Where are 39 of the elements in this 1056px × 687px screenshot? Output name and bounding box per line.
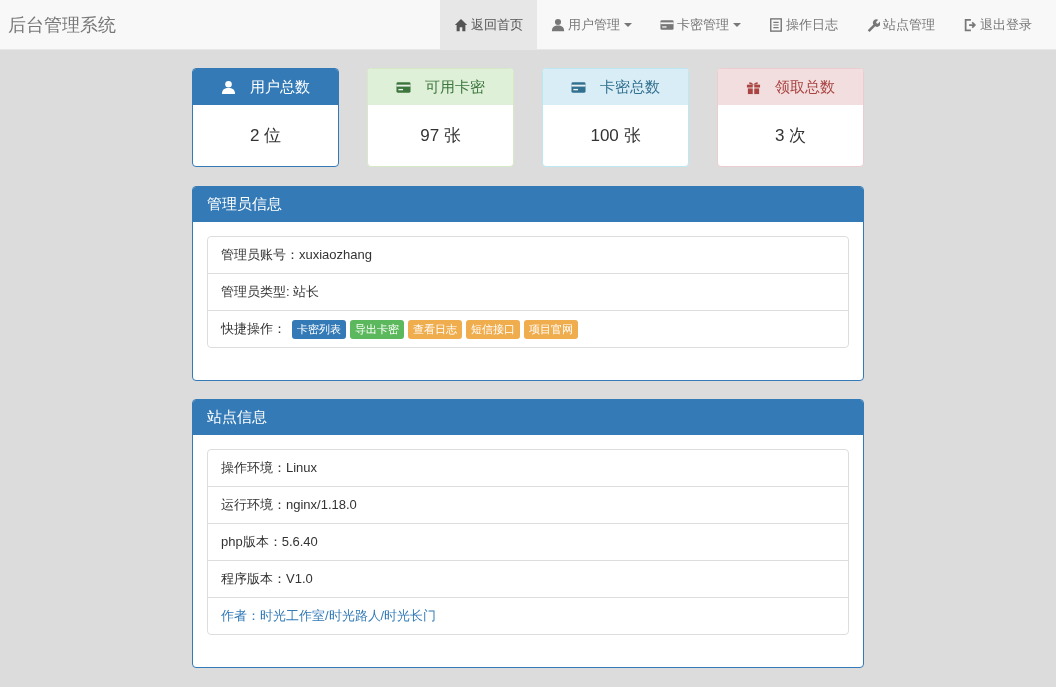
- user-icon: [221, 79, 236, 95]
- logout-icon: [963, 17, 977, 32]
- stat-value: 97 张: [420, 125, 461, 147]
- user-icon: [551, 17, 565, 32]
- panel-title: 站点信息: [207, 408, 267, 427]
- stat-title: 可用卡密: [425, 77, 485, 97]
- card-icon: [396, 79, 411, 95]
- wrench-icon: [866, 17, 880, 32]
- actions-label: 快捷操作：: [221, 320, 286, 338]
- info-text: 操作环境：Linux: [221, 459, 318, 477]
- stat-value: 100 张: [590, 125, 641, 147]
- author-link[interactable]: 作者：时光工作室/时光路人/时光长门: [221, 607, 437, 625]
- info-text: 程序版本：V1.0: [221, 570, 313, 588]
- stat-title: 领取总数: [775, 77, 835, 97]
- card-icon: [660, 17, 674, 32]
- stat-title: 用户总数: [250, 77, 310, 97]
- card-icon: [571, 79, 586, 95]
- info-text: 管理员类型: 站长: [221, 283, 320, 301]
- nav-link[interactable]: 用户管理: [537, 0, 646, 50]
- caret-icon: [733, 22, 741, 27]
- nav-link[interactable]: 站点管理: [852, 0, 949, 50]
- quick-action-button[interactable]: 卡密列表: [292, 319, 346, 339]
- stat-value: 3 次: [774, 125, 807, 147]
- nav-link[interactable]: 返回首页: [440, 0, 537, 50]
- info-text: php版本：5.6.40: [221, 533, 318, 551]
- quick-action-button[interactable]: 导出卡密: [350, 319, 404, 339]
- stat-title: 卡密总数: [600, 77, 660, 97]
- nav-link[interactable]: 退出登录: [949, 0, 1046, 50]
- stat-value: 2 位: [249, 125, 282, 147]
- nav-link[interactable]: 操作日志: [755, 0, 852, 50]
- panel-title: 管理员信息: [207, 195, 282, 214]
- list-icon: [769, 17, 783, 32]
- home-icon: [454, 17, 468, 32]
- info-text: 管理员账号：xuxiaozhang: [221, 246, 372, 264]
- brand-title[interactable]: 后台管理系统: [8, 12, 116, 37]
- gift-icon: [746, 79, 761, 95]
- caret-icon: [624, 22, 632, 27]
- nav-link[interactable]: 卡密管理: [646, 0, 755, 50]
- info-text: 运行环境：nginx/1.18.0: [221, 496, 357, 514]
